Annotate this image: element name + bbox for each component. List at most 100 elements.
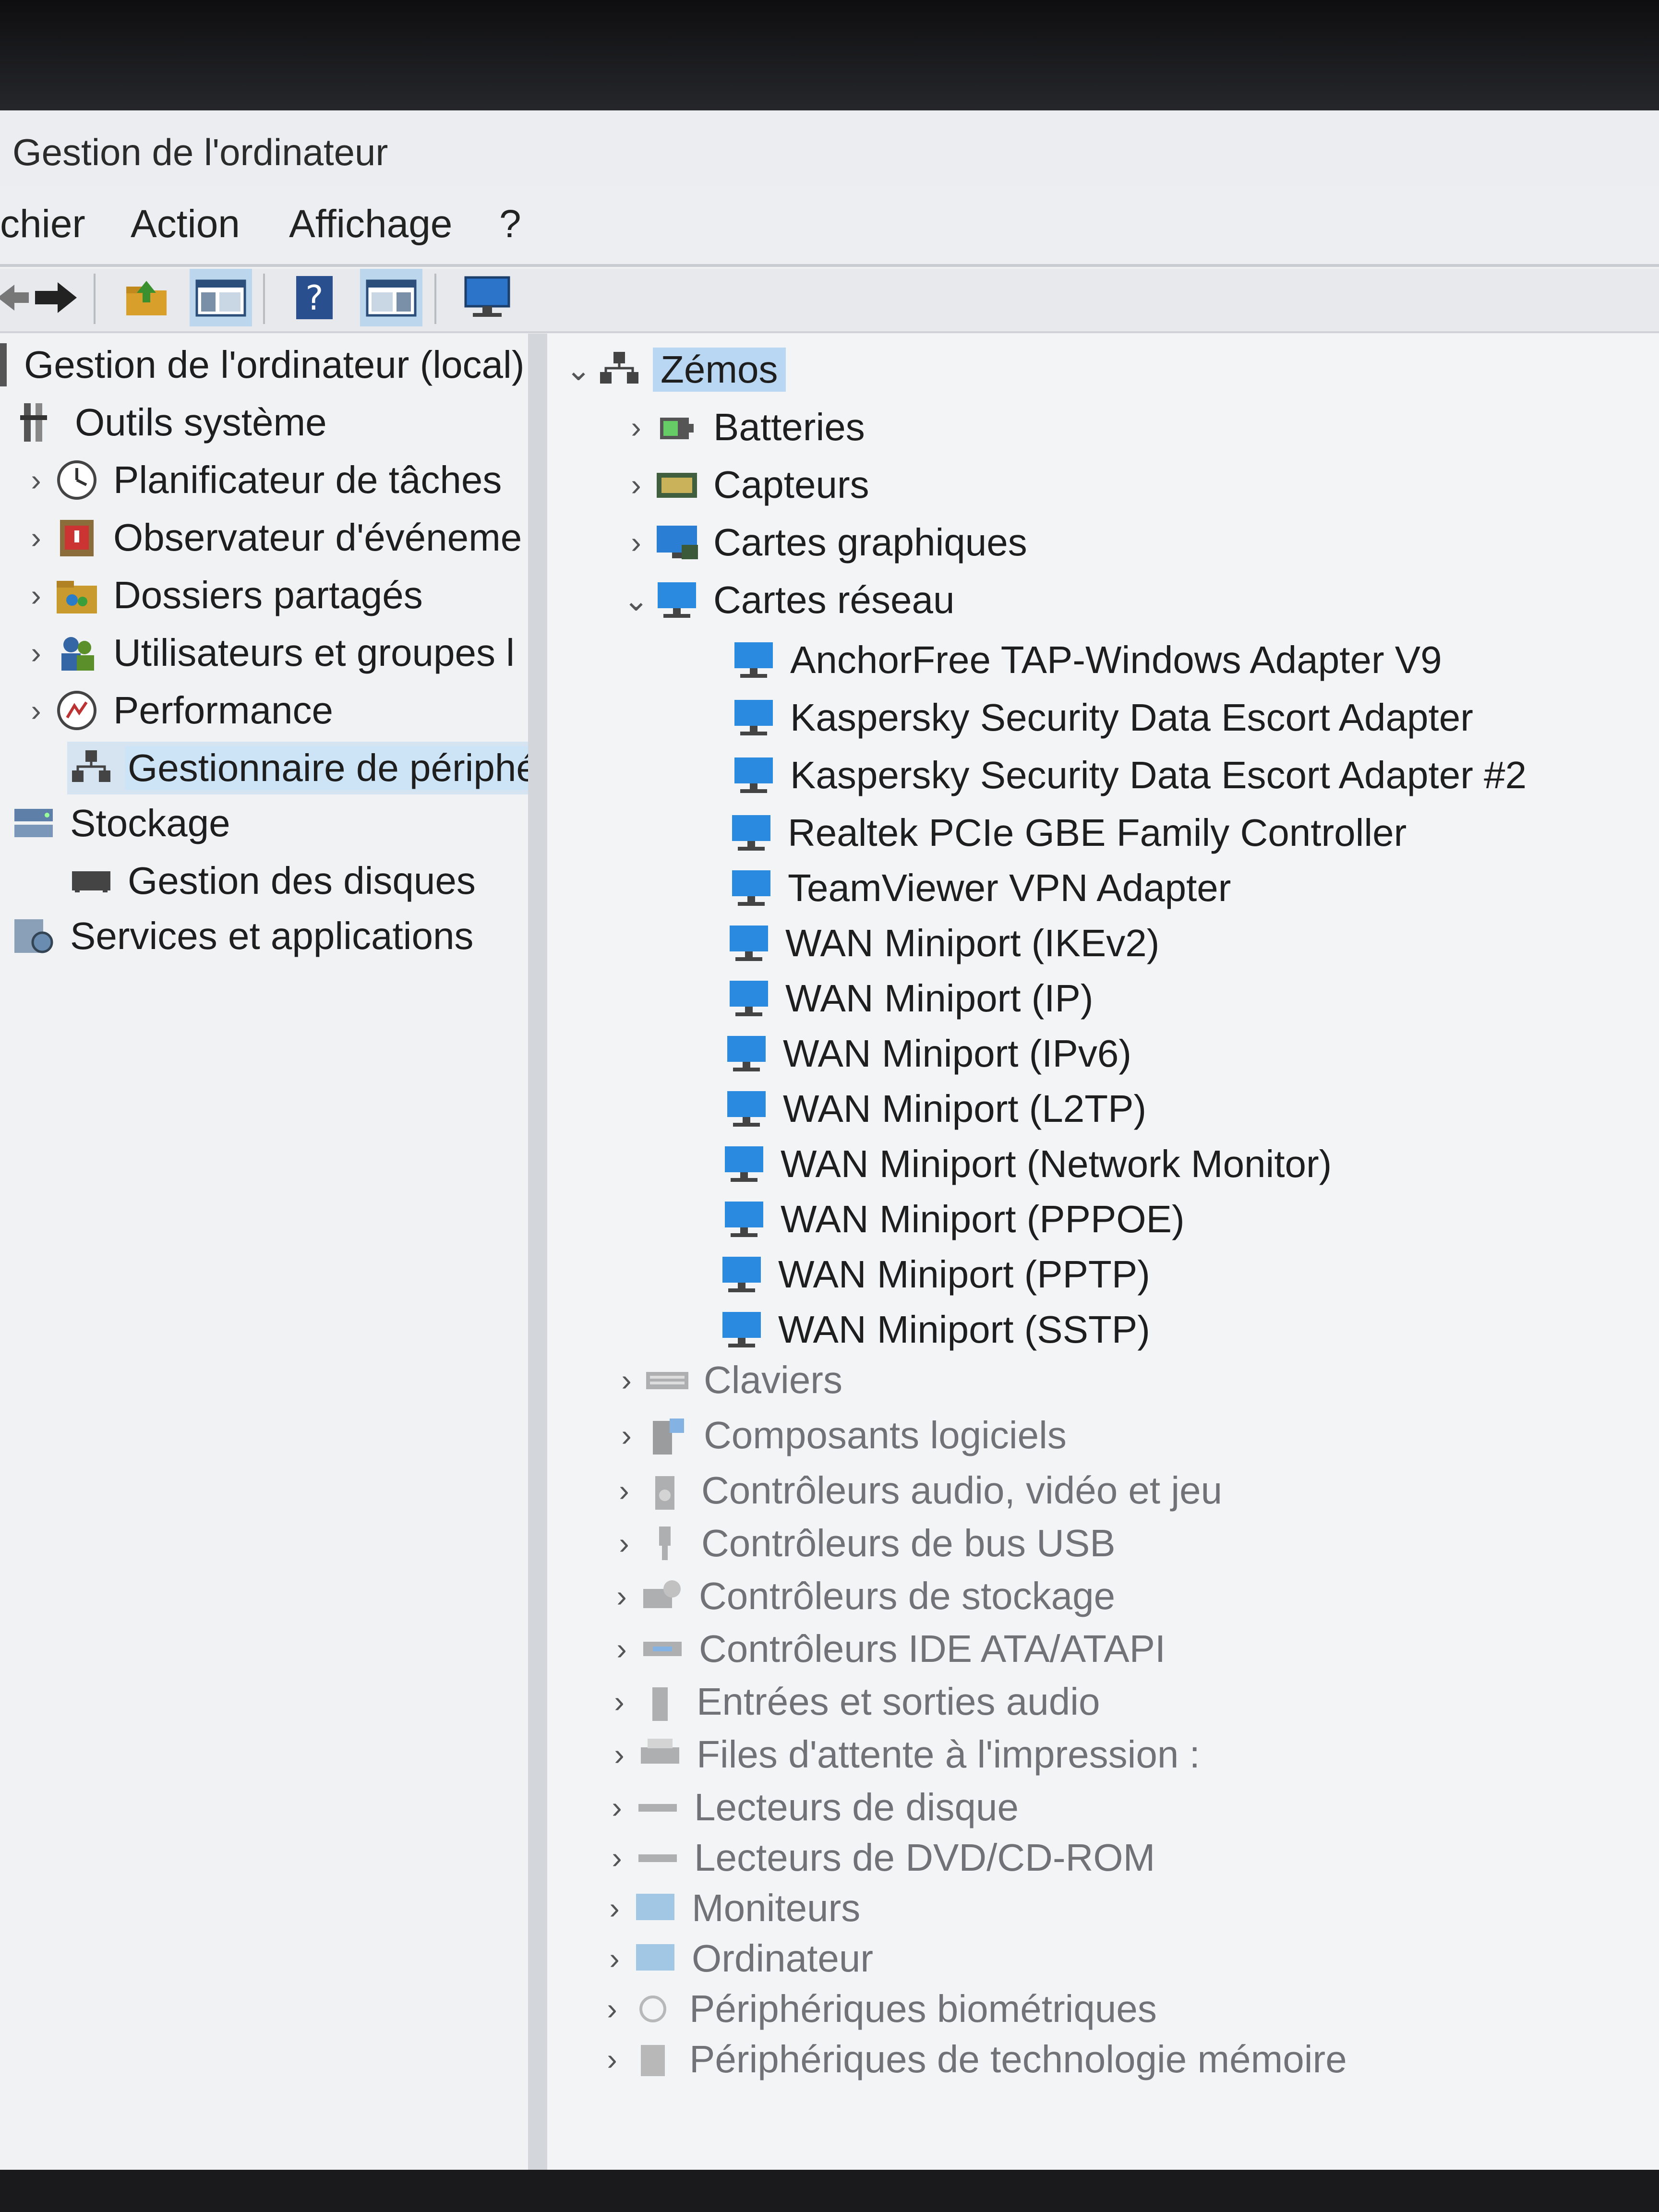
chevron-right-icon[interactable]: › — [605, 1578, 638, 1614]
category-monitors[interactable]: › Moniteurs — [598, 1882, 863, 1935]
chevron-right-icon[interactable]: › — [600, 1790, 634, 1825]
tree-item-task-scheduler[interactable]: › Planificateur de tâches — [19, 454, 505, 506]
category-keyboards[interactable]: › Claviers — [610, 1354, 845, 1407]
adapter-item[interactable]: WAN Miniport (IKEv2) — [725, 917, 1162, 970]
tree-storage[interactable]: Stockage — [10, 797, 233, 850]
category-dvd-cdrom[interactable]: › Lecteurs de DVD/CD-ROM — [600, 1831, 1158, 1884]
category-label: Claviers — [704, 1358, 842, 1401]
category-audio-io[interactable]: › Entrées et sorties audio — [602, 1675, 1103, 1728]
chevron-right-icon[interactable]: › — [19, 635, 53, 671]
adapter-label: WAN Miniport (IKEv2) — [785, 922, 1160, 964]
tree-item-performance[interactable]: › Performance — [19, 684, 336, 737]
forward-arrow-icon[interactable] — [24, 269, 86, 326]
tree-item-event-viewer[interactable]: › Observateur d'événeme — [19, 511, 525, 564]
adapter-item[interactable]: WAN Miniport (L2TP) — [722, 1082, 1149, 1135]
dvd-drive-icon — [634, 1836, 682, 1879]
chevron-right-icon[interactable]: › — [19, 462, 53, 498]
menu-affichage[interactable]: Affichage — [289, 202, 452, 247]
category-usb-controllers[interactable]: › Contrôleurs de bus USB — [607, 1517, 1118, 1570]
category-disk-drives[interactable]: › Lecteurs de disque — [600, 1781, 1022, 1834]
chevron-down-icon[interactable]: ⌄ — [562, 352, 595, 388]
adapter-item[interactable]: WAN Miniport (Network Monitor) — [720, 1138, 1334, 1190]
category-label: Ordinateur — [692, 1937, 873, 1980]
chevron-right-icon[interactable]: › — [605, 1631, 638, 1667]
chevron-right-icon[interactable]: › — [595, 2042, 629, 2077]
computer-icon[interactable] — [456, 269, 518, 326]
category-audio-video-game[interactable]: › Contrôleurs audio, vidéo et jeu — [607, 1464, 1225, 1517]
category-print-queues[interactable]: › Files d'attente à l'impression : — [602, 1728, 1203, 1781]
tree-item-users-groups[interactable]: › Utilisateurs et groupes l — [19, 626, 517, 679]
chevron-down-icon[interactable]: ⌄ — [619, 582, 653, 618]
chevron-right-icon[interactable]: › — [598, 1941, 631, 1976]
category-network-adapters[interactable]: ⌄ Cartes réseau — [619, 574, 957, 626]
chevron-right-icon[interactable]: › — [602, 1737, 636, 1772]
chevron-right-icon[interactable]: › — [598, 1890, 631, 1926]
tree-disk-management[interactable]: Gestion des disques — [67, 854, 479, 907]
tree-item-device-manager[interactable]: Gestionnaire de périphé — [67, 742, 528, 794]
category-batteries[interactable]: › Batteries — [619, 401, 868, 454]
chevron-right-icon[interactable]: › — [607, 1526, 641, 1561]
adapter-item[interactable]: Kaspersky Security Data Escort Adapter — [730, 691, 1476, 744]
event-viewer-icon — [53, 516, 101, 559]
chevron-right-icon[interactable]: › — [619, 467, 653, 503]
show-console-tree-icon[interactable] — [190, 269, 252, 326]
tree-item-shared-folders[interactable]: › Dossiers partagés — [19, 569, 426, 622]
adapter-item[interactable]: WAN Miniport (PPTP) — [718, 1248, 1153, 1301]
chevron-right-icon[interactable]: › — [19, 520, 53, 555]
tree-system-tools[interactable]: Outils système — [14, 396, 330, 449]
computer-root-icon — [595, 348, 643, 391]
memory-card-icon — [629, 2038, 677, 2081]
chevron-right-icon[interactable]: › — [610, 1362, 643, 1398]
properties-pane-icon[interactable] — [360, 269, 422, 326]
performance-gauge-icon — [53, 689, 101, 732]
chevron-right-icon[interactable]: › — [600, 1840, 634, 1875]
category-software-components[interactable]: › Composants logiciels — [610, 1409, 1070, 1462]
network-adapter-icon — [730, 638, 778, 682]
chevron-right-icon[interactable]: › — [595, 1991, 629, 2027]
category-ide-ata[interactable]: › Contrôleurs IDE ATA/ATAPI — [605, 1623, 1168, 1675]
category-sensors[interactable]: › Capteurs — [619, 458, 872, 511]
chevron-right-icon[interactable]: › — [19, 577, 53, 613]
category-display-adapters[interactable]: › Cartes graphiques — [619, 516, 1030, 569]
category-label: Contrôleurs audio, vidéo et jeu — [701, 1469, 1223, 1512]
chevron-right-icon[interactable]: › — [19, 693, 53, 728]
audio-io-icon — [636, 1680, 684, 1723]
adapter-item[interactable]: Realtek PCIe GBE Family Controller — [727, 806, 1409, 859]
adapter-label: WAN Miniport (IP) — [785, 977, 1094, 1020]
tree-services-apps[interactable]: Services et applications — [10, 910, 476, 962]
adapter-item[interactable]: WAN Miniport (PPPOE) — [720, 1193, 1188, 1246]
menu-action[interactable]: Action — [131, 202, 240, 247]
adapter-item[interactable]: WAN Miniport (IP) — [725, 972, 1096, 1025]
adapter-item[interactable]: TeamViewer VPN Adapter — [727, 862, 1234, 914]
menu-help[interactable]: ? — [499, 202, 521, 247]
shared-folder-icon — [53, 574, 101, 617]
category-label: Files d'attente à l'impression : — [697, 1733, 1200, 1776]
adapter-item[interactable]: Kaspersky Security Data Escort Adapter #… — [730, 749, 1529, 802]
tree-root[interactable]: Gestion de l'ordinateur (local) — [0, 338, 527, 391]
chevron-right-icon[interactable]: › — [610, 1418, 643, 1453]
category-biometric[interactable]: › Périphériques biométriques — [595, 1983, 1160, 2035]
adapter-label: WAN Miniport (SSTP) — [778, 1308, 1150, 1351]
chevron-right-icon[interactable]: › — [619, 525, 653, 560]
category-memory-tech[interactable]: › Périphériques de technologie mémoire — [595, 2033, 1350, 2086]
adapter-item[interactable]: AnchorFree TAP-Windows Adapter V9 — [730, 634, 1445, 686]
chevron-right-icon[interactable]: › — [602, 1684, 636, 1719]
network-adapter-icon — [722, 1032, 770, 1075]
network-adapter-icon — [720, 1142, 768, 1186]
tree-item-label: Utilisateurs et groupes l — [113, 631, 515, 674]
up-folder-icon[interactable] — [115, 269, 178, 326]
category-label: Périphériques biométriques — [689, 1987, 1157, 2030]
category-storage-controllers[interactable]: › Contrôleurs de stockage — [605, 1570, 1118, 1623]
category-computer[interactable]: › Ordinateur — [598, 1932, 876, 1985]
tools-icon — [14, 401, 62, 444]
adapter-item[interactable]: WAN Miniport (IPv6) — [722, 1027, 1134, 1080]
window-title: Gestion de l'ordinateur — [12, 131, 388, 173]
pane-splitter[interactable] — [528, 334, 547, 2170]
chevron-right-icon[interactable]: › — [607, 1473, 641, 1508]
device-root-label: Zémos — [653, 348, 786, 392]
device-root[interactable]: ⌄ Zémos — [562, 343, 786, 396]
help-icon[interactable]: ? — [283, 269, 346, 326]
adapter-item[interactable]: WAN Miniport (SSTP) — [718, 1303, 1153, 1356]
chevron-right-icon[interactable]: › — [619, 409, 653, 445]
menu-fichier[interactable]: chier — [0, 202, 85, 247]
